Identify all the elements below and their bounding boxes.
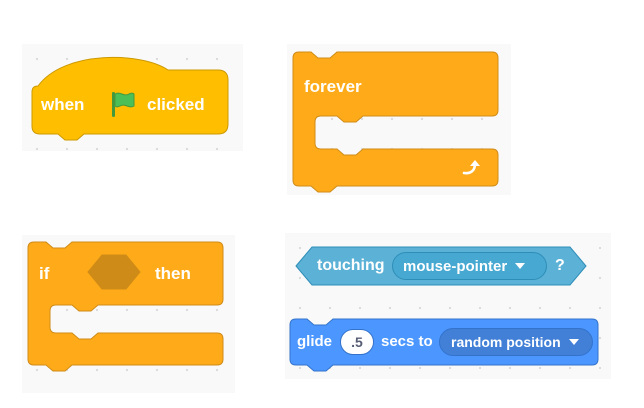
panel-if-then: if then	[22, 235, 235, 393]
loop-arrow-icon	[462, 160, 480, 175]
panel-when-flag-clicked: when clicked	[22, 44, 243, 151]
random-position-dropdown[interactable]: random position	[439, 328, 593, 356]
glide-block[interactable]	[285, 233, 611, 379]
glide-label: glide	[297, 333, 333, 350]
secs-to-label: secs to	[381, 333, 433, 350]
forever-label: forever	[304, 77, 362, 96]
clicked-label: clicked	[147, 95, 205, 114]
panel-sensing-motion: touching mouse-pointer ? glide .5 secs t…	[285, 233, 611, 379]
if-then-block[interactable]	[22, 235, 235, 393]
then-label: then	[155, 264, 191, 283]
panel-forever: forever	[287, 44, 511, 195]
if-label: if	[39, 264, 50, 283]
chevron-down-icon	[568, 339, 579, 345]
secs-input[interactable]: .5	[340, 329, 374, 355]
green-flag-icon	[112, 92, 135, 117]
block-palette-canvas: when clicked forever if then touching mo…	[0, 0, 644, 408]
when-label: when	[41, 95, 85, 114]
